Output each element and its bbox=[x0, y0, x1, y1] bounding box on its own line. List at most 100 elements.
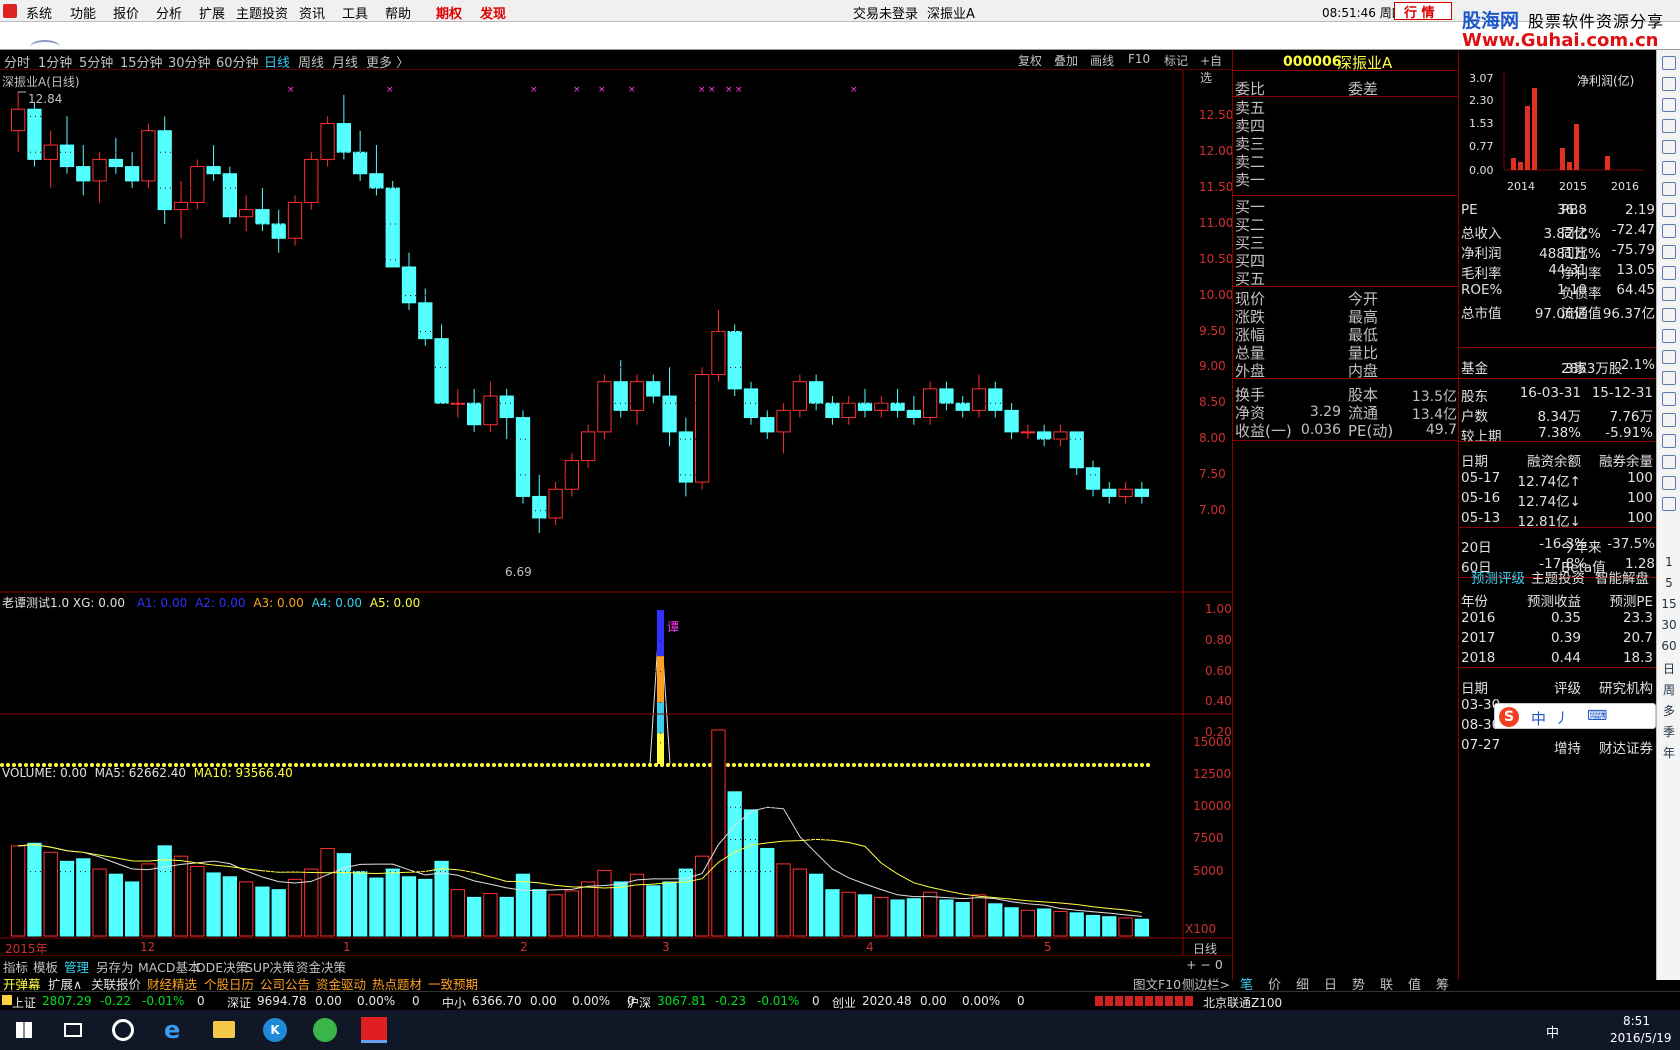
tool-adjust[interactable]: 复权 bbox=[1018, 52, 1042, 69]
menu-system[interactable]: 系统 bbox=[26, 3, 52, 22]
tool-f10[interactable]: F10 bbox=[1128, 52, 1150, 66]
period-button[interactable]: 周 bbox=[1660, 681, 1678, 698]
stock-app-icon[interactable] bbox=[361, 1017, 387, 1043]
menu-extend[interactable]: 扩展 bbox=[199, 3, 225, 22]
k-app-icon[interactable]: K bbox=[263, 1018, 287, 1042]
xg-dot bbox=[390, 763, 394, 767]
start-icon[interactable] bbox=[16, 1022, 32, 1038]
tool-draw[interactable]: 画线 bbox=[1090, 52, 1114, 69]
candle-body bbox=[287, 201, 303, 239]
f10-cell: 融资余额 bbox=[1527, 454, 1581, 470]
toolbar-icon[interactable] bbox=[1662, 434, 1676, 448]
toolbar-icon[interactable] bbox=[1662, 392, 1676, 406]
tf-15m[interactable]: 15分钟 bbox=[120, 52, 163, 71]
menu-analysis[interactable]: 分析 bbox=[156, 3, 182, 22]
tf-day[interactable]: 日线 bbox=[264, 52, 290, 71]
volume-bar bbox=[92, 868, 107, 937]
period-button[interactable]: 5 bbox=[1660, 576, 1678, 590]
toolbar-icon[interactable] bbox=[1662, 413, 1676, 427]
toolbar-icon[interactable] bbox=[1662, 182, 1676, 196]
toolbar-icon[interactable] bbox=[1662, 161, 1676, 175]
f10-cell: 预测PE bbox=[1609, 594, 1653, 610]
keyboard-icon[interactable]: ⌨ bbox=[1587, 708, 1607, 724]
x-month-2: 2 bbox=[520, 940, 528, 954]
toolbar-icon[interactable] bbox=[1662, 266, 1676, 280]
period-button[interactable]: 15 bbox=[1660, 597, 1678, 611]
ime-lang[interactable]: 中 bbox=[1531, 708, 1546, 729]
toolbar-icon[interactable] bbox=[1662, 476, 1676, 490]
index-value: 2807.29 bbox=[42, 994, 92, 1008]
folder-icon[interactable] bbox=[213, 1021, 235, 1038]
toolbar-icon[interactable] bbox=[1662, 203, 1676, 217]
tf-week[interactable]: 周线 bbox=[298, 52, 324, 71]
tool-mark[interactable]: 标记 bbox=[1164, 52, 1188, 69]
capital-value: 13.5亿 bbox=[1411, 389, 1457, 405]
period-button[interactable]: 年 bbox=[1660, 744, 1678, 761]
toolbar-icon[interactable] bbox=[1662, 77, 1676, 91]
tf-more[interactable]: 更多 〉 bbox=[366, 52, 409, 71]
toolbar-icon[interactable] bbox=[1662, 350, 1676, 364]
moon-icon[interactable]: 丿 bbox=[1555, 708, 1569, 728]
tf-month[interactable]: 月线 bbox=[332, 52, 358, 71]
xg-dot bbox=[996, 763, 1000, 767]
xg-dot bbox=[1104, 763, 1108, 767]
app-icon[interactable] bbox=[3, 4, 17, 18]
toolbar-icon[interactable] bbox=[1662, 245, 1676, 259]
toolbar-icon[interactable] bbox=[1662, 497, 1676, 511]
tf-30m[interactable]: 30分钟 bbox=[168, 52, 211, 71]
ime-lang-tray[interactable]: 中 bbox=[1546, 1022, 1559, 1041]
period-button[interactable]: 多 bbox=[1660, 702, 1678, 719]
toolbar-icon[interactable] bbox=[1662, 371, 1676, 385]
period-button[interactable]: 日 bbox=[1660, 660, 1678, 677]
toolbar-icon[interactable] bbox=[1662, 455, 1676, 469]
toolbar-icon[interactable] bbox=[1662, 224, 1676, 238]
task-view-icon[interactable] bbox=[64, 1023, 82, 1037]
kline-chart-area[interactable]: × × × × × × × × × × × bbox=[0, 70, 1232, 955]
xg-dot bbox=[990, 763, 994, 767]
menu-options[interactable]: 期权 bbox=[436, 3, 462, 22]
toolbar-icon[interactable] bbox=[1662, 308, 1676, 322]
candle-body bbox=[695, 374, 710, 483]
period-button[interactable]: 1 bbox=[1660, 555, 1678, 569]
f10-tab[interactable]: 预测评级 bbox=[1471, 567, 1525, 587]
edge-icon[interactable]: e bbox=[164, 1016, 180, 1044]
f10-cell: 日期 bbox=[1461, 681, 1488, 697]
tool-overlay[interactable]: 叠加 bbox=[1054, 52, 1078, 69]
xg-dot bbox=[660, 763, 664, 767]
toolbar-icon[interactable] bbox=[1662, 98, 1676, 112]
toolbar-icon[interactable] bbox=[1662, 140, 1676, 154]
ind-a1: A1: 0.00 bbox=[136, 596, 188, 610]
f10-tab[interactable]: 主题投资 bbox=[1531, 567, 1585, 587]
tf-5m[interactable]: 5分钟 bbox=[79, 52, 113, 71]
menu-help[interactable]: 帮助 bbox=[385, 3, 411, 22]
zoom-controls[interactable]: + − 0 bbox=[1186, 957, 1223, 972]
menu-quote[interactable]: 报价 bbox=[113, 3, 139, 22]
menu-theme[interactable]: 主题投资 bbox=[236, 3, 288, 22]
toolbar-icon[interactable] bbox=[1662, 56, 1676, 70]
ime-toolbar[interactable]: S 中 丿 ⌨ bbox=[1494, 703, 1656, 729]
f10-tab[interactable]: 智能解盘 bbox=[1595, 567, 1649, 587]
menu-news[interactable]: 资讯 bbox=[299, 3, 325, 22]
candle-body bbox=[108, 158, 124, 168]
menu-function[interactable]: 功能 bbox=[70, 3, 96, 22]
period-button[interactable]: 季 bbox=[1660, 723, 1678, 740]
tf-60m[interactable]: 60分钟 bbox=[216, 52, 259, 71]
xg-dot bbox=[360, 763, 364, 767]
toolbar-icon[interactable] bbox=[1662, 287, 1676, 301]
xg-dot bbox=[354, 763, 358, 767]
period-button[interactable]: 60 bbox=[1660, 639, 1678, 653]
tf-1m[interactable]: 1分钟 bbox=[38, 52, 72, 71]
menu-tools[interactable]: 工具 bbox=[342, 3, 368, 22]
browser-icon[interactable] bbox=[313, 1018, 337, 1042]
candle-body bbox=[173, 201, 189, 211]
menu-discovery[interactable]: 发现 bbox=[480, 3, 506, 22]
tf-tick[interactable]: 分时 bbox=[4, 52, 30, 71]
app-swirl-icon[interactable] bbox=[112, 1019, 134, 1041]
xg-dot bbox=[312, 763, 316, 767]
candle-body bbox=[157, 130, 172, 211]
toolbar-icon[interactable] bbox=[1662, 119, 1676, 133]
signal-marker: × bbox=[725, 85, 733, 95]
xg-dot bbox=[306, 763, 310, 767]
toolbar-icon[interactable] bbox=[1662, 329, 1676, 343]
period-button[interactable]: 30 bbox=[1660, 618, 1678, 632]
